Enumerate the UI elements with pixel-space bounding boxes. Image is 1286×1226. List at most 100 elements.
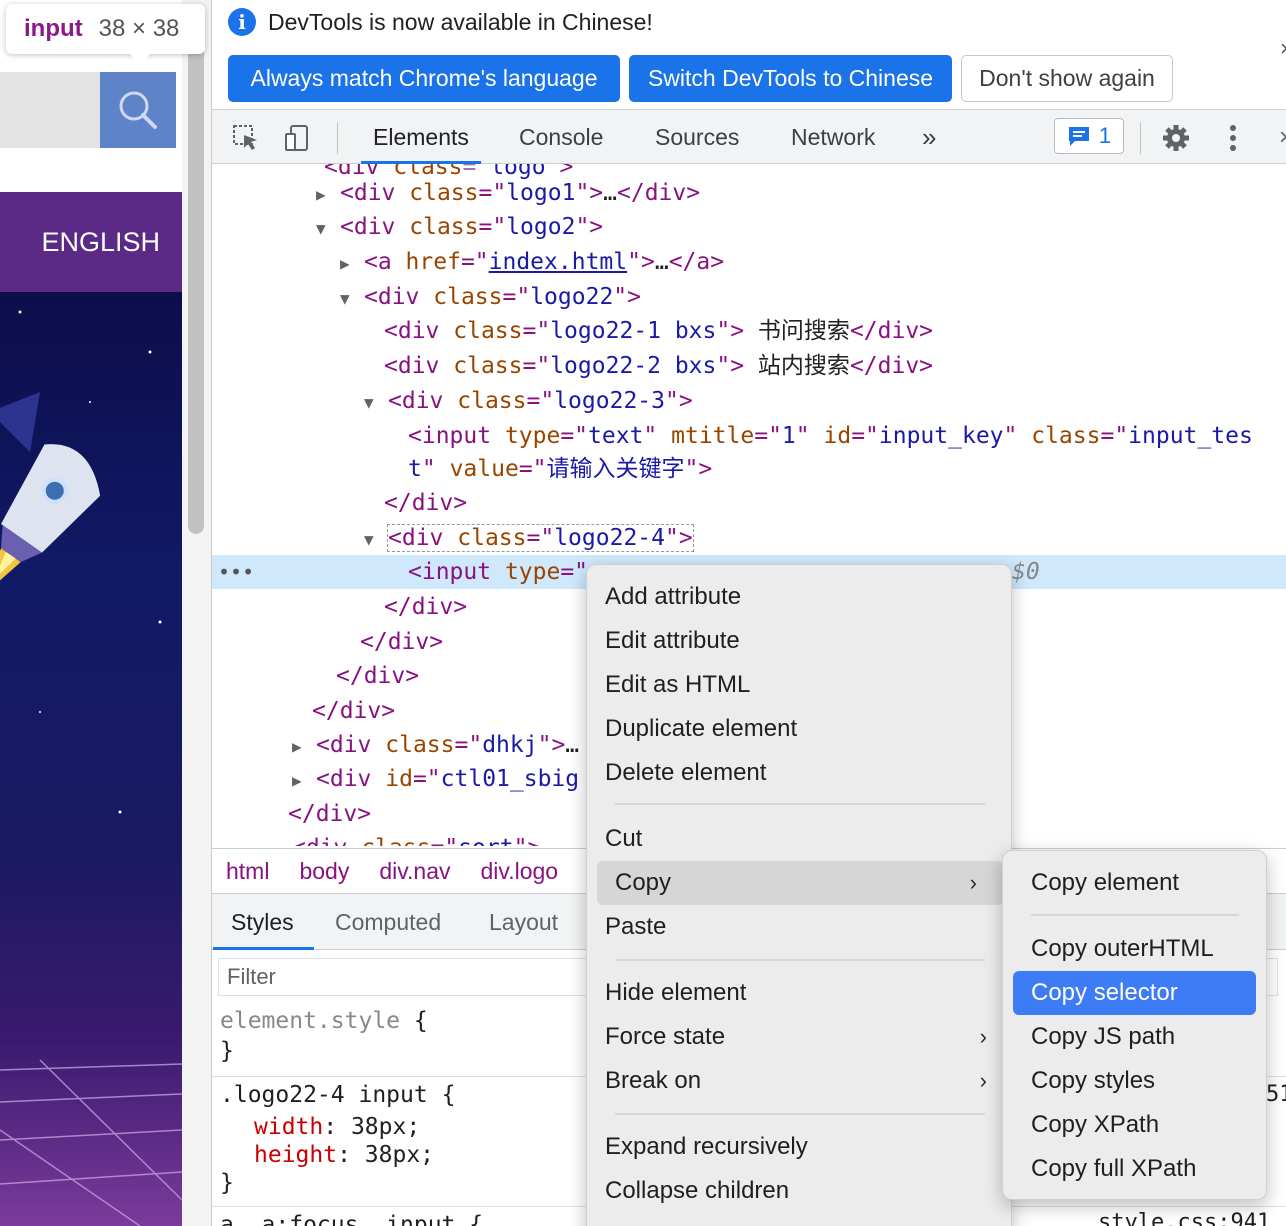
attr-value: logo22 <box>530 284 614 310</box>
toolbar-separator <box>1140 122 1141 154</box>
next-rule[interactable]: a, a:focus, input { <box>220 1210 483 1226</box>
selector: a, a:focus, input { <box>220 1212 484 1226</box>
language-link[interactable]: ENGLISH <box>0 192 182 292</box>
element-style-rule[interactable]: element.style { <box>220 1006 428 1036</box>
node-actions-icon[interactable]: ••• <box>218 555 254 589</box>
menu-copy-js-path[interactable]: Copy JS path <box>1003 1015 1268 1059</box>
node-text: 站内搜索 <box>744 353 850 379</box>
switch-to-chinese-button[interactable]: Switch DevTools to Chinese <box>629 55 952 102</box>
menu-separator <box>1031 914 1239 916</box>
scrollbar-thumb[interactable] <box>188 6 204 534</box>
more-options-icon[interactable] <box>1217 122 1249 154</box>
menu-add-attribute[interactable]: Add attribute <box>587 575 1013 619</box>
menu-paste[interactable]: Paste <box>587 905 1013 949</box>
toolbar-separator <box>337 122 338 154</box>
dom-node-input-text[interactable]: <input type="text" mtitle="1" id="input_… <box>212 419 1286 453</box>
attr-value: logo22-4 <box>554 525 665 551</box>
menu-edit-as-html[interactable]: Edit as HTML <box>587 663 1013 707</box>
dom-node-logo2[interactable]: ▼ <div class="logo2"> <box>212 210 1286 244</box>
rule-close: } <box>220 1038 234 1064</box>
menu-copy[interactable]: Copy › <box>597 861 1003 905</box>
menu-copy-full-xpath[interactable]: Copy full XPath <box>1003 1147 1268 1191</box>
ellipsis: … <box>603 180 618 206</box>
tab-layout[interactable]: Layout <box>489 894 558 950</box>
dom-node-logo22-4[interactable]: ▼ <div class="logo22-4"> <box>212 521 1286 555</box>
settings-gear-icon[interactable] <box>1160 122 1192 154</box>
menu-break-on[interactable]: Break on › <box>587 1059 1013 1103</box>
dom-node-anchor[interactable]: ▶ <a href="index.html">…</a> <box>212 245 1286 279</box>
breadcrumb-html[interactable]: html <box>226 858 269 885</box>
href-link[interactable]: index.html <box>489 249 627 275</box>
close-devtools-icon[interactable]: × <box>1270 122 1286 154</box>
dom-close-div[interactable]: </div> <box>212 486 1286 520</box>
menu-cut[interactable]: Cut <box>587 817 1013 861</box>
height-declaration[interactable]: height: 38px; <box>220 1140 434 1170</box>
webpage-viewport: ENGLISH <box>0 0 182 1226</box>
always-match-language-button[interactable]: Always match Chrome's language <box>228 55 620 102</box>
menu-expand-recursively[interactable]: Expand recursively <box>587 1125 1013 1169</box>
breadcrumb-div-nav[interactable]: div.nav <box>379 858 450 885</box>
dont-show-again-button[interactable]: Don't show again <box>961 55 1173 102</box>
ellipsis: … <box>654 249 669 275</box>
menu-edit-attribute[interactable]: Edit attribute <box>587 619 1013 663</box>
menu-separator <box>615 1113 985 1115</box>
menu-copy-xpath[interactable]: Copy XPath <box>1003 1103 1268 1147</box>
element-inspect-tooltip: input 38 × 38 <box>6 4 205 64</box>
attr-value: logo22-3 <box>554 388 665 414</box>
search-input[interactable] <box>0 72 100 148</box>
logo22-4-rule[interactable]: .logo22-4 input { <box>220 1080 455 1110</box>
page-scrollbar[interactable] <box>182 0 212 1226</box>
dom-node-logo22-2[interactable]: <div class="logo22-2 bxs"> 站内搜索</div> <box>212 349 1286 383</box>
grid-decoration <box>0 1059 182 1226</box>
attr-value: logo22-1 bxs <box>550 318 717 344</box>
dom-node-logo22[interactable]: ▼ <div class="logo22"> <box>212 280 1286 314</box>
menu-force-state[interactable]: Force state › <box>587 1015 1013 1059</box>
attr-value: logo1 <box>506 180 576 206</box>
issues-button[interactable]: 1 <box>1054 118 1124 154</box>
inspect-element-icon[interactable] <box>230 122 262 154</box>
menu-hide-element[interactable]: Hide element <box>587 971 1013 1015</box>
tab-console[interactable]: Console <box>519 110 603 164</box>
console-ref: $0 <box>1012 559 1040 585</box>
tab-elements[interactable]: Elements <box>361 110 481 164</box>
more-tabs-icon[interactable]: » <box>922 110 936 164</box>
menu-delete-element[interactable]: Delete element <box>587 751 1013 795</box>
dom-node-logo22-1[interactable]: <div class="logo22-1 bxs"> 书问搜索</div> <box>212 314 1286 348</box>
tab-computed[interactable]: Computed <box>335 894 441 950</box>
menu-collapse-children[interactable]: Collapse children <box>587 1169 1013 1213</box>
selector: .logo22-4 input <box>220 1082 428 1108</box>
dom-node-input-text-cont[interactable]: t" value="请输入关键字"> <box>212 452 1286 486</box>
search-button[interactable] <box>100 72 176 148</box>
banner-image <box>0 292 182 1226</box>
rule-close: } <box>220 1170 234 1196</box>
menu-separator <box>615 803 985 805</box>
property-value: 38px; <box>364 1142 435 1168</box>
attr-value: dhkj <box>482 732 538 758</box>
tab-sources[interactable]: Sources <box>655 110 739 164</box>
stylesheet-link[interactable]: 51 <box>1266 1082 1286 1107</box>
dom-node-logo22-3[interactable]: ▼ <div class="logo22-3"> <box>212 384 1286 418</box>
tab-network[interactable]: Network <box>791 110 875 164</box>
selector: element.style <box>220 1008 401 1034</box>
menu-duplicate-element[interactable]: Duplicate element <box>587 707 1013 751</box>
menu-break-on-label: Break on <box>605 1067 702 1094</box>
node-text: 书问搜索 <box>744 318 850 344</box>
attr-value: 1 <box>781 423 796 449</box>
stylesheet-link[interactable]: style.css:941 <box>1098 1210 1270 1226</box>
width-declaration[interactable]: width: 38px; <box>220 1112 420 1142</box>
language-infobar: i DevTools is now available in Chinese! … <box>212 0 1286 110</box>
menu-copy-element[interactable]: Copy element <box>1003 861 1268 905</box>
menu-copy-selector[interactable]: Copy selector <box>1013 971 1256 1015</box>
menu-copy-styles[interactable]: Copy styles <box>1003 1059 1268 1103</box>
breadcrumb-div-logo[interactable]: div.logo <box>481 858 559 885</box>
menu-copy-outerhtml[interactable]: Copy outerHTML <box>1003 927 1268 971</box>
infobar-close-icon[interactable]: × <box>1280 36 1286 62</box>
tab-styles[interactable]: Styles <box>213 894 314 950</box>
device-toolbar-icon[interactable] <box>282 122 314 154</box>
breadcrumb-body[interactable]: body <box>299 858 349 885</box>
attr-value: 请输入关键字 <box>546 456 685 482</box>
issues-count: 1 <box>1098 123 1112 148</box>
dom-node-logo1[interactable]: ▶ <div class="logo1">…</div> <box>212 176 1286 210</box>
copy-submenu: Copy element Copy outerHTML Copy selecto… <box>1002 850 1267 1200</box>
language-label[interactable]: ENGLISH <box>41 227 160 258</box>
